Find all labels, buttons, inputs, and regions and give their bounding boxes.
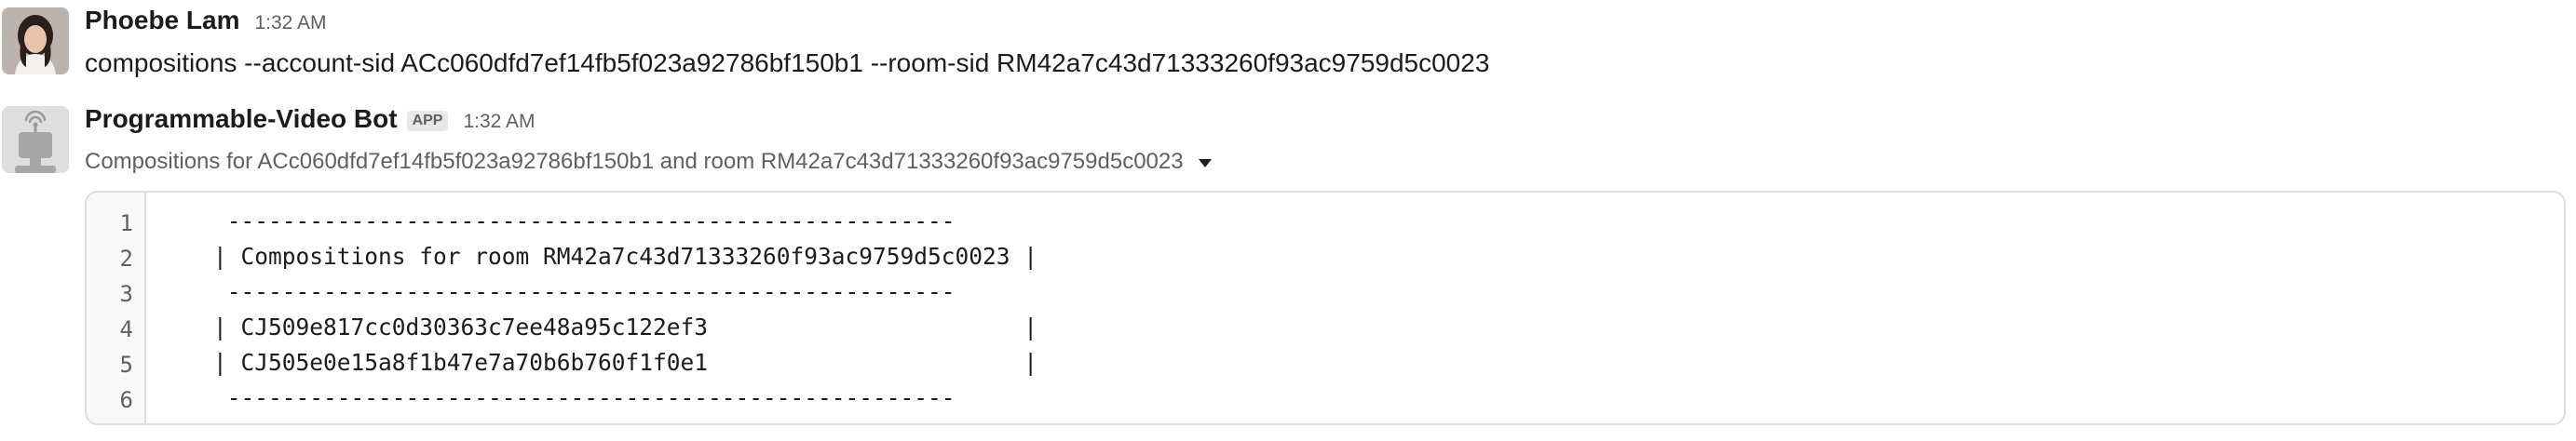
user-photo-avatar-icon bbox=[2, 7, 69, 74]
line-number: 2 bbox=[119, 246, 133, 272]
avatar[interactable] bbox=[2, 7, 69, 74]
message-header: Programmable-Video Bot APP 1:32 AM bbox=[85, 104, 536, 141]
line-number: 4 bbox=[119, 316, 133, 342]
code-line: ----------------------------------------… bbox=[213, 278, 956, 305]
app-badge: APP bbox=[406, 111, 449, 131]
sender-name[interactable]: Phoebe Lam bbox=[85, 6, 239, 35]
code-line: ----------------------------------------… bbox=[213, 384, 956, 411]
code-line: | Compositions for room RM42a7c43d713332… bbox=[213, 243, 1038, 270]
caret-down-icon[interactable] bbox=[1198, 158, 1212, 167]
code-snippet[interactable]: 1 2 3 4 5 6 ----------------------------… bbox=[85, 191, 2566, 425]
sender-name[interactable]: Programmable-Video Bot bbox=[85, 104, 398, 134]
line-number: 5 bbox=[119, 352, 133, 378]
attachment-title: Compositions for ACc060dfd7ef14fb5f023a9… bbox=[85, 149, 1184, 174]
robot-icon bbox=[2, 106, 69, 173]
line-number: 1 bbox=[119, 210, 133, 236]
code-line: | CJ509e817cc0d30363c7ee48a95c122ef3 | bbox=[213, 314, 1038, 341]
timestamp[interactable]: 1:32 AM bbox=[254, 12, 326, 34]
message-header: Phoebe Lam 1:32 AM bbox=[85, 6, 327, 43]
code-line: ----------------------------------------… bbox=[213, 207, 956, 234]
line-number-gutter: 1 2 3 4 5 6 bbox=[87, 193, 146, 423]
attachment-summary[interactable]: Compositions for ACc060dfd7ef14fb5f023a9… bbox=[85, 149, 1212, 175]
line-number: 3 bbox=[119, 281, 133, 307]
line-number: 6 bbox=[119, 387, 133, 413]
bot-avatar[interactable] bbox=[2, 106, 69, 173]
message-text: compositions --account-sid ACc060dfd7ef1… bbox=[85, 48, 1490, 77]
timestamp[interactable]: 1:32 AM bbox=[463, 111, 535, 133]
code-line: | CJ505e0e15a8f1b47e7a70b6b760f1f0e1 | bbox=[213, 349, 1038, 376]
message-phoebe: Phoebe Lam 1:32 AM compositions --accoun… bbox=[0, 0, 2576, 84]
